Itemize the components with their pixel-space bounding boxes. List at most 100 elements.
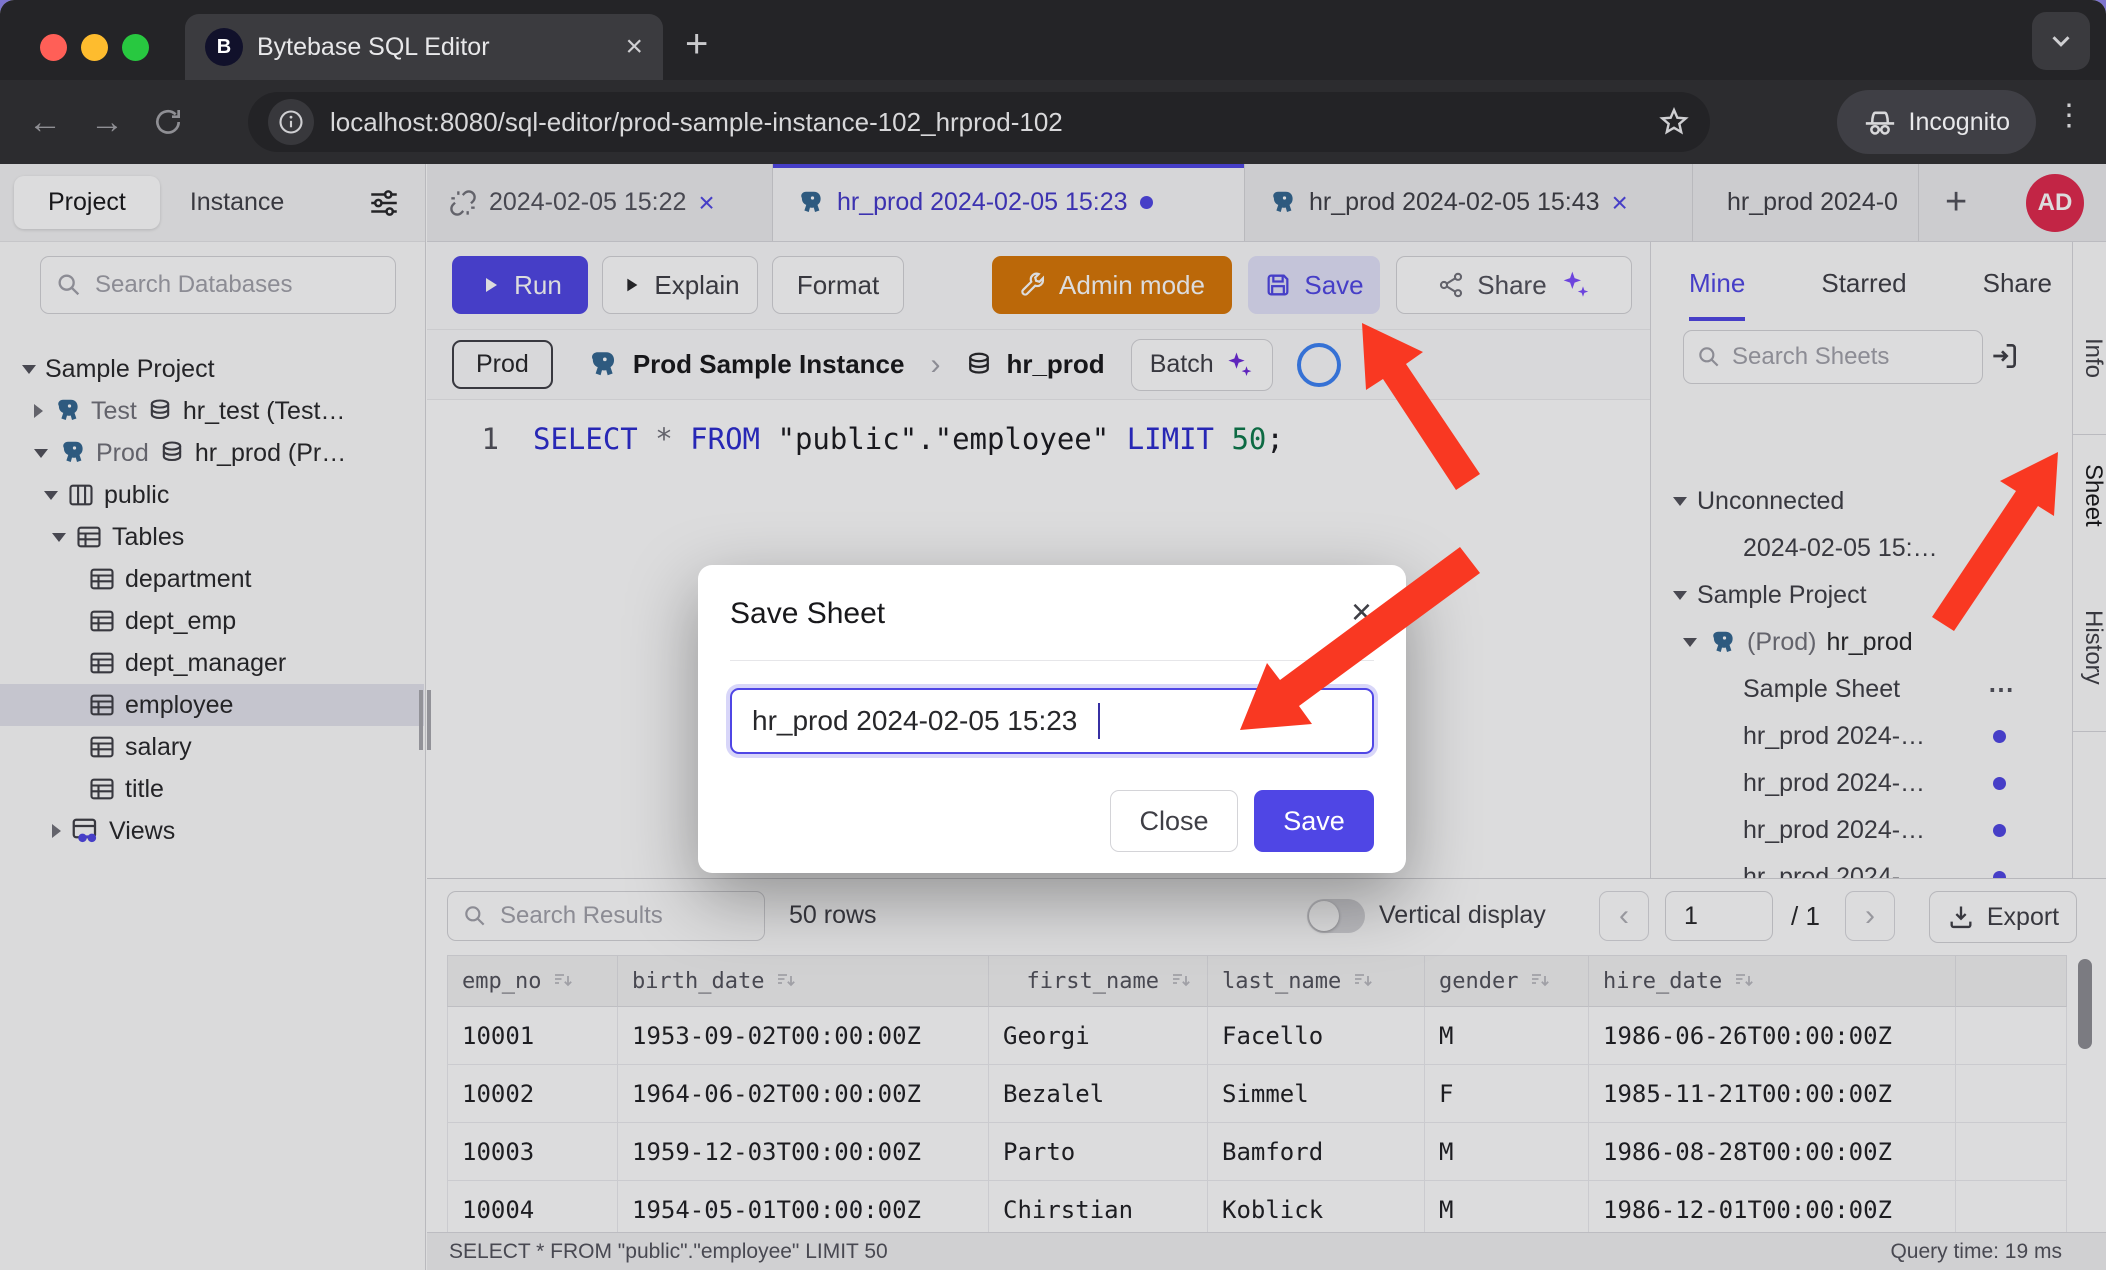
tab-instance[interactable]: Instance	[160, 176, 315, 229]
cell[interactable]: Chirstian	[989, 1181, 1208, 1233]
format-button[interactable]: Format	[772, 256, 904, 314]
caret-down-icon[interactable]	[22, 365, 36, 374]
tree-item-tables-group[interactable]: Tables	[0, 516, 424, 558]
reload-button[interactable]	[152, 106, 184, 138]
browser-menu-icon[interactable]: ⋮	[2054, 98, 2084, 133]
add-editor-tab-button[interactable]: +	[1919, 164, 1993, 241]
prev-page-button[interactable]: ‹	[1599, 891, 1649, 941]
tree-item-views[interactable]: Views	[0, 810, 424, 852]
modal-close-icon[interactable]: ×	[1351, 591, 1372, 633]
environment-chip[interactable]: Prod	[452, 340, 553, 389]
modal-save-button[interactable]: Save	[1254, 790, 1374, 852]
tree-item-database-prod[interactable]: Prod hr_prod (Pr…	[0, 432, 424, 474]
table-row[interactable]: 10001 1953-09-02T00:00:00Z Georgi Facell…	[447, 1007, 2067, 1065]
sheet-search[interactable]: Search Sheets	[1683, 330, 1983, 384]
tab-close-icon[interactable]: ×	[625, 32, 643, 62]
tree-item-table-selected[interactable]: employee	[0, 684, 424, 726]
sheet-item[interactable]: hr_prod 2024-…	[1651, 713, 2072, 760]
collapse-panel-icon[interactable]	[1988, 340, 2020, 372]
caret-right-icon[interactable]	[34, 404, 43, 418]
cell[interactable]: Parto	[989, 1123, 1208, 1181]
sort-icon[interactable]	[551, 969, 575, 993]
tree-item-table[interactable]: dept_emp	[0, 600, 424, 642]
sort-icon[interactable]	[1528, 969, 1552, 993]
table-scrollbar[interactable]	[2078, 959, 2092, 1239]
user-avatar[interactable]: AD	[2026, 174, 2084, 232]
caret-down-icon[interactable]	[1673, 591, 1687, 600]
column-header[interactable]: first_name	[989, 955, 1208, 1007]
cell[interactable]: Bezalel	[989, 1065, 1208, 1123]
results-search[interactable]: Search Results	[447, 891, 765, 941]
url-bar[interactable]: localhost:8080/sql-editor/prod-sample-in…	[248, 92, 1710, 152]
cell[interactable]: 1959-12-03T00:00:00Z	[618, 1123, 989, 1181]
cell[interactable]: 10003	[447, 1123, 618, 1181]
forward-button[interactable]: →	[90, 103, 124, 142]
column-header[interactable]: gender	[1425, 955, 1589, 1007]
tab-sheet-vertical[interactable]: Sheet	[2073, 464, 2106, 527]
column-header[interactable]: hire_date	[1589, 955, 1956, 1007]
share-button[interactable]: Share	[1396, 256, 1632, 314]
sheet-group[interactable]: Sample Project	[1651, 572, 2072, 619]
tree-item-table[interactable]: department	[0, 558, 424, 600]
tab-history-vertical[interactable]: History	[2073, 610, 2106, 685]
sort-icon[interactable]	[1351, 969, 1375, 993]
window-minimize-button[interactable]	[81, 34, 108, 61]
table-row[interactable]: 10003 1959-12-03T00:00:00Z Parto Bamford…	[447, 1123, 2067, 1181]
tab-search-button[interactable]	[2032, 12, 2090, 70]
run-button[interactable]: Run	[452, 256, 588, 314]
tab-starred[interactable]: Starred	[1821, 268, 1906, 321]
save-sheet-button[interactable]: Save	[1248, 256, 1380, 314]
column-header[interactable]: birth_date	[618, 955, 989, 1007]
cell[interactable]: 1953-09-02T00:00:00Z	[618, 1007, 989, 1065]
sheet-name-input[interactable]	[730, 688, 1374, 754]
caret-down-icon[interactable]	[1683, 638, 1697, 647]
table-row[interactable]: 10004 1954-05-01T00:00:00Z Chirstian Kob…	[447, 1181, 2067, 1233]
table-row[interactable]: 10002 1964-06-02T00:00:00Z Bezalel Simme…	[447, 1065, 2067, 1123]
cell[interactable]: Georgi	[989, 1007, 1208, 1065]
caret-down-icon[interactable]	[34, 449, 48, 458]
sheet-group[interactable]: Unconnected	[1651, 478, 2072, 525]
page-input[interactable]	[1665, 891, 1773, 941]
cell[interactable]: 1986-08-28T00:00:00Z	[1589, 1123, 1956, 1181]
tree-item-table[interactable]: dept_manager	[0, 642, 424, 684]
column-header[interactable]: last_name	[1208, 955, 1425, 1007]
cell[interactable]: F	[1425, 1065, 1589, 1123]
database-search[interactable]: Search Databases	[40, 256, 396, 314]
editor-tab[interactable]: hr_prod 2024-02-05 15:43 ×	[1245, 164, 1693, 241]
cell[interactable]: Facello	[1208, 1007, 1425, 1065]
cell[interactable]: Bamford	[1208, 1123, 1425, 1181]
cell[interactable]: 1964-06-02T00:00:00Z	[618, 1065, 989, 1123]
tab-mine[interactable]: Mine	[1689, 268, 1745, 321]
tree-item-database-test[interactable]: Test hr_test (Test…	[0, 390, 424, 432]
tab-close-icon[interactable]: ×	[1612, 187, 1628, 219]
bookmark-star-icon[interactable]	[1658, 106, 1690, 138]
column-header[interactable]: emp_no	[447, 955, 618, 1007]
vertical-display-toggle[interactable]	[1307, 899, 1365, 933]
editor-tab-unconnected[interactable]: 2024-02-05 15:22 ×	[427, 164, 773, 241]
batch-button[interactable]: Batch	[1131, 339, 1273, 391]
back-button[interactable]: ←	[28, 103, 62, 142]
sidebar-resize-handle[interactable]	[419, 690, 435, 755]
caret-right-icon[interactable]	[52, 824, 61, 838]
explain-button[interactable]: Explain	[602, 256, 758, 314]
tab-project[interactable]: Project	[14, 176, 160, 229]
site-info-icon[interactable]	[268, 99, 314, 145]
editor-tab-active[interactable]: hr_prod 2024-02-05 15:23	[773, 164, 1245, 241]
tree-item-table[interactable]: salary	[0, 726, 424, 768]
admin-mode-button[interactable]: Admin mode	[992, 256, 1232, 314]
tab-share[interactable]: Share	[1983, 268, 2052, 321]
cell[interactable]: 1985-11-21T00:00:00Z	[1589, 1065, 1956, 1123]
modal-close-button[interactable]: Close	[1110, 790, 1238, 852]
cell[interactable]: 10004	[447, 1181, 618, 1233]
tree-item-schema[interactable]: public	[0, 474, 424, 516]
caret-down-icon[interactable]	[1673, 497, 1687, 506]
cell[interactable]: 1986-06-26T00:00:00Z	[1589, 1007, 1956, 1065]
assistant-circle-icon[interactable]	[1297, 343, 1341, 387]
tab-info-vertical[interactable]: Info	[2073, 338, 2106, 378]
filter-tune-icon[interactable]	[367, 186, 401, 220]
cell[interactable]: M	[1425, 1007, 1589, 1065]
tree-item-project[interactable]: Sample Project	[0, 348, 424, 390]
sheet-database-group[interactable]: (Prod) hr_prod	[1651, 619, 2072, 666]
sheet-item[interactable]: Sample Sheet ⋯	[1651, 666, 2072, 713]
cell[interactable]: Simmel	[1208, 1065, 1425, 1123]
